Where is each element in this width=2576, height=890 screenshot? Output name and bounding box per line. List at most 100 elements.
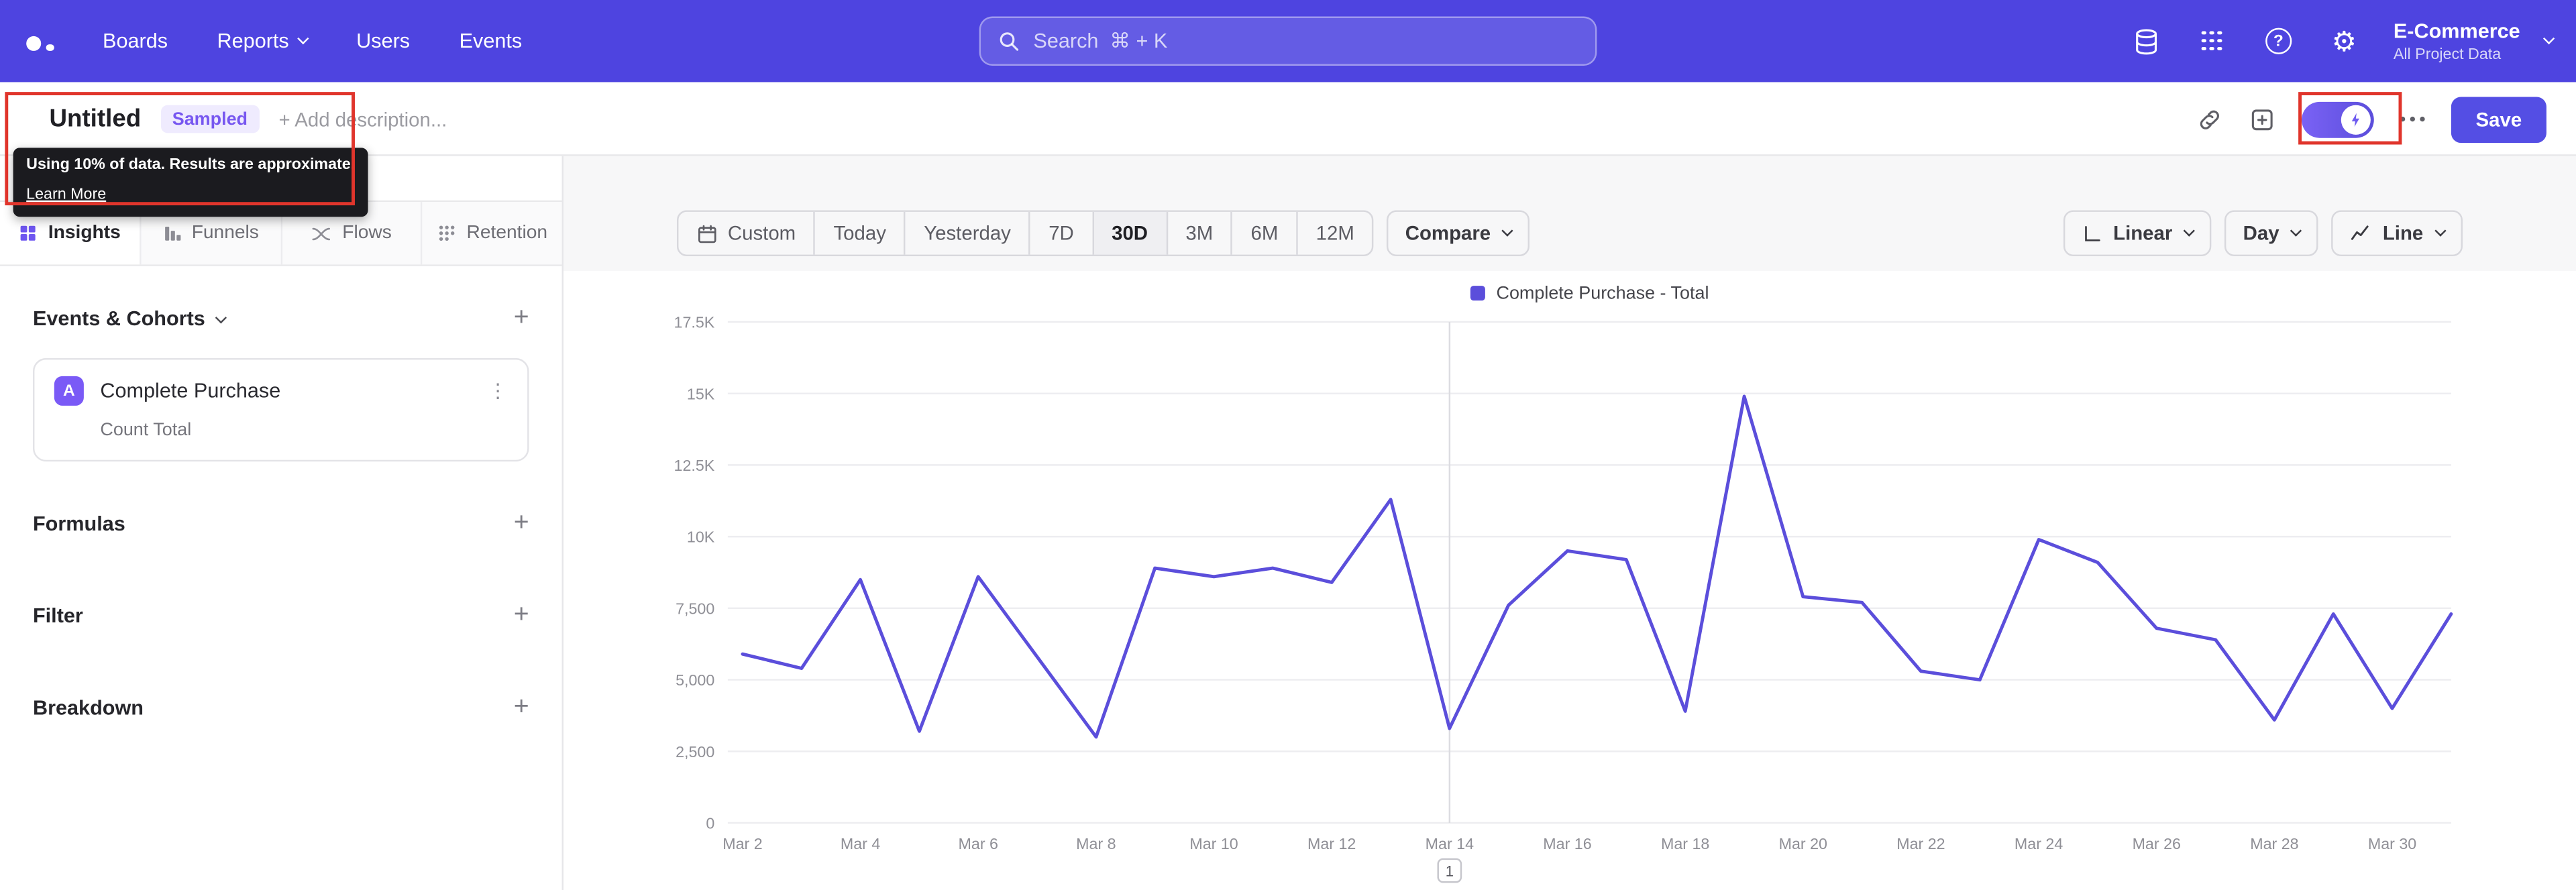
granularity-button[interactable]: Day bbox=[2224, 210, 2319, 257]
svg-text:12.5K: 12.5K bbox=[674, 457, 715, 474]
toggle-knob bbox=[2341, 104, 2371, 134]
events-cohorts-header: Events & Cohorts bbox=[33, 306, 529, 332]
query-builder-sidebar: Insights Funnels Flows Retention Events … bbox=[0, 156, 564, 890]
add-to-board-icon[interactable] bbox=[2249, 106, 2275, 132]
svg-text:Mar 16: Mar 16 bbox=[1543, 835, 1591, 852]
logo-dot-icon bbox=[26, 36, 42, 51]
svg-text:Mar 8: Mar 8 bbox=[1076, 835, 1116, 852]
learn-more-link[interactable]: Learn More bbox=[26, 185, 106, 203]
svg-text:10K: 10K bbox=[687, 529, 715, 546]
chevron-down-icon bbox=[2290, 225, 2302, 237]
sidebar-section-filter: Filter bbox=[33, 603, 529, 629]
sampling-toggle[interactable] bbox=[2301, 101, 2374, 137]
date-range-7d[interactable]: 7D bbox=[1030, 211, 1094, 255]
chevron-down-icon bbox=[297, 32, 309, 45]
chart-type-button[interactable]: Line bbox=[2331, 210, 2463, 257]
tab-retention[interactable]: Retention bbox=[423, 202, 562, 265]
search-icon bbox=[998, 30, 1020, 52]
chart-legend[interactable]: Complete Purchase - Total bbox=[728, 284, 2451, 304]
search-bar[interactable] bbox=[979, 16, 1597, 66]
svg-text:Mar 4: Mar 4 bbox=[841, 835, 880, 852]
chevron-down-icon bbox=[2434, 225, 2447, 237]
add-event-button[interactable] bbox=[514, 306, 529, 332]
funnels-icon bbox=[162, 223, 182, 243]
nav-right-cluster: E-Commerce All Project Data bbox=[2131, 0, 2555, 82]
svg-text:2,500: 2,500 bbox=[676, 743, 714, 761]
svg-text:Mar 22: Mar 22 bbox=[1896, 835, 1945, 852]
nav-item-reports[interactable]: Reports bbox=[217, 30, 309, 52]
primary-nav: Boards Reports Users Events bbox=[103, 30, 522, 52]
axis-icon bbox=[2082, 223, 2104, 244]
svg-text:5,000: 5,000 bbox=[676, 671, 714, 689]
event-card[interactable]: A Complete Purchase Count Total bbox=[32, 357, 529, 462]
legend-swatch bbox=[1470, 286, 1485, 301]
chevron-down-icon[interactable] bbox=[215, 312, 227, 324]
retention-icon bbox=[437, 223, 456, 243]
date-range-3m[interactable]: 3M bbox=[1167, 211, 1233, 255]
data-management-icon[interactable] bbox=[2131, 25, 2163, 58]
save-button[interactable]: Save bbox=[2451, 96, 2546, 142]
svg-text:Mar 30: Mar 30 bbox=[2368, 835, 2416, 852]
logo[interactable] bbox=[26, 26, 54, 56]
svg-text:Mar 28: Mar 28 bbox=[2250, 835, 2298, 852]
sidebar-section-formulas: Formulas bbox=[33, 511, 529, 537]
svg-text:Mar 24: Mar 24 bbox=[2015, 835, 2063, 852]
event-letter-chip: A bbox=[54, 376, 84, 406]
svg-text:Mar 18: Mar 18 bbox=[1661, 835, 1709, 852]
date-range-custom[interactable]: Custom bbox=[678, 211, 816, 255]
calendar-icon bbox=[696, 223, 718, 244]
svg-text:Mar 20: Mar 20 bbox=[1779, 835, 1827, 852]
nav-item-users[interactable]: Users bbox=[356, 30, 410, 52]
svg-text:1: 1 bbox=[1446, 863, 1454, 880]
logo-dot-icon bbox=[46, 43, 54, 51]
svg-text:7,500: 7,500 bbox=[676, 600, 714, 617]
svg-text:17.5K: 17.5K bbox=[674, 314, 715, 331]
svg-text:Mar 12: Mar 12 bbox=[1307, 835, 1356, 852]
nav-item-boards[interactable]: Boards bbox=[103, 30, 168, 52]
lightning-icon bbox=[2351, 112, 2359, 126]
nav-item-events[interactable]: Events bbox=[460, 30, 523, 52]
event-metric-selector[interactable]: Count Total bbox=[100, 421, 507, 440]
svg-text:0: 0 bbox=[706, 815, 714, 832]
settings-gear-icon[interactable] bbox=[2328, 25, 2361, 58]
main-content: Custom Today Yesterday 7D 30D 3M 6M 12M Compare… bbox=[564, 156, 2576, 890]
insights-icon bbox=[19, 223, 38, 243]
compare-button[interactable]: Compare bbox=[1387, 210, 1530, 257]
add-filter-button[interactable] bbox=[514, 603, 529, 629]
date-range-30d[interactable]: 30D bbox=[1093, 211, 1168, 255]
report-header: Untitled Sampled + Add description... Sa… bbox=[0, 82, 2576, 156]
chevron-down-icon bbox=[1502, 225, 1514, 237]
chart-controls: Custom Today Yesterday 7D 30D 3M 6M 12M Compare… bbox=[676, 210, 2463, 257]
sampled-badge[interactable]: Sampled bbox=[160, 105, 260, 133]
apps-grid-icon[interactable] bbox=[2196, 25, 2229, 58]
date-range-6m[interactable]: 6M bbox=[1233, 211, 1298, 255]
line-chart[interactable]: 0 2,500 5,000 7,500 10K 12.5K 15K 17.5K Mar 2 Mar… bbox=[564, 271, 2576, 890]
kebab-menu-icon[interactable] bbox=[488, 376, 507, 406]
svg-text:Mar 26: Mar 26 bbox=[2133, 835, 2181, 852]
date-range-picker: Custom Today Yesterday 7D 30D 3M 6M 12M bbox=[676, 210, 1375, 257]
svg-text:Mar 6: Mar 6 bbox=[959, 835, 998, 852]
svg-text:Mar 10: Mar 10 bbox=[1189, 835, 1238, 852]
event-name[interactable]: Complete Purchase bbox=[100, 380, 471, 402]
add-breakdown-button[interactable] bbox=[514, 695, 529, 721]
project-switcher[interactable]: E-Commerce All Project Data bbox=[2393, 19, 2555, 64]
top-nav: Boards Reports Users Events E-Commerce All … bbox=[0, 0, 2576, 82]
line-chart-icon bbox=[2350, 222, 2373, 245]
date-range-today[interactable]: Today bbox=[816, 211, 906, 255]
sampling-tooltip: Using 10% of data. Results are approxima… bbox=[13, 148, 368, 217]
help-icon[interactable] bbox=[2262, 25, 2295, 58]
svg-text:Mar 14: Mar 14 bbox=[1426, 835, 1474, 852]
more-options-icon[interactable] bbox=[2400, 116, 2425, 122]
report-title[interactable]: Untitled bbox=[49, 105, 141, 133]
copy-link-icon[interactable] bbox=[2196, 106, 2222, 132]
project-name: E-Commerce bbox=[2393, 19, 2520, 42]
project-scope: All Project Data bbox=[2393, 45, 2502, 64]
date-range-yesterday[interactable]: Yesterday bbox=[906, 211, 1031, 255]
add-description[interactable]: + Add description... bbox=[279, 107, 447, 130]
add-formulas-button[interactable] bbox=[514, 511, 529, 537]
date-range-12m[interactable]: 12M bbox=[1298, 212, 1373, 255]
analytics-app: Boards Reports Users Events E-Commerce All … bbox=[0, 0, 2576, 890]
value-scale-button[interactable]: Linear bbox=[2063, 210, 2212, 257]
flows-icon bbox=[311, 223, 333, 244]
search-input[interactable] bbox=[1033, 30, 1579, 53]
